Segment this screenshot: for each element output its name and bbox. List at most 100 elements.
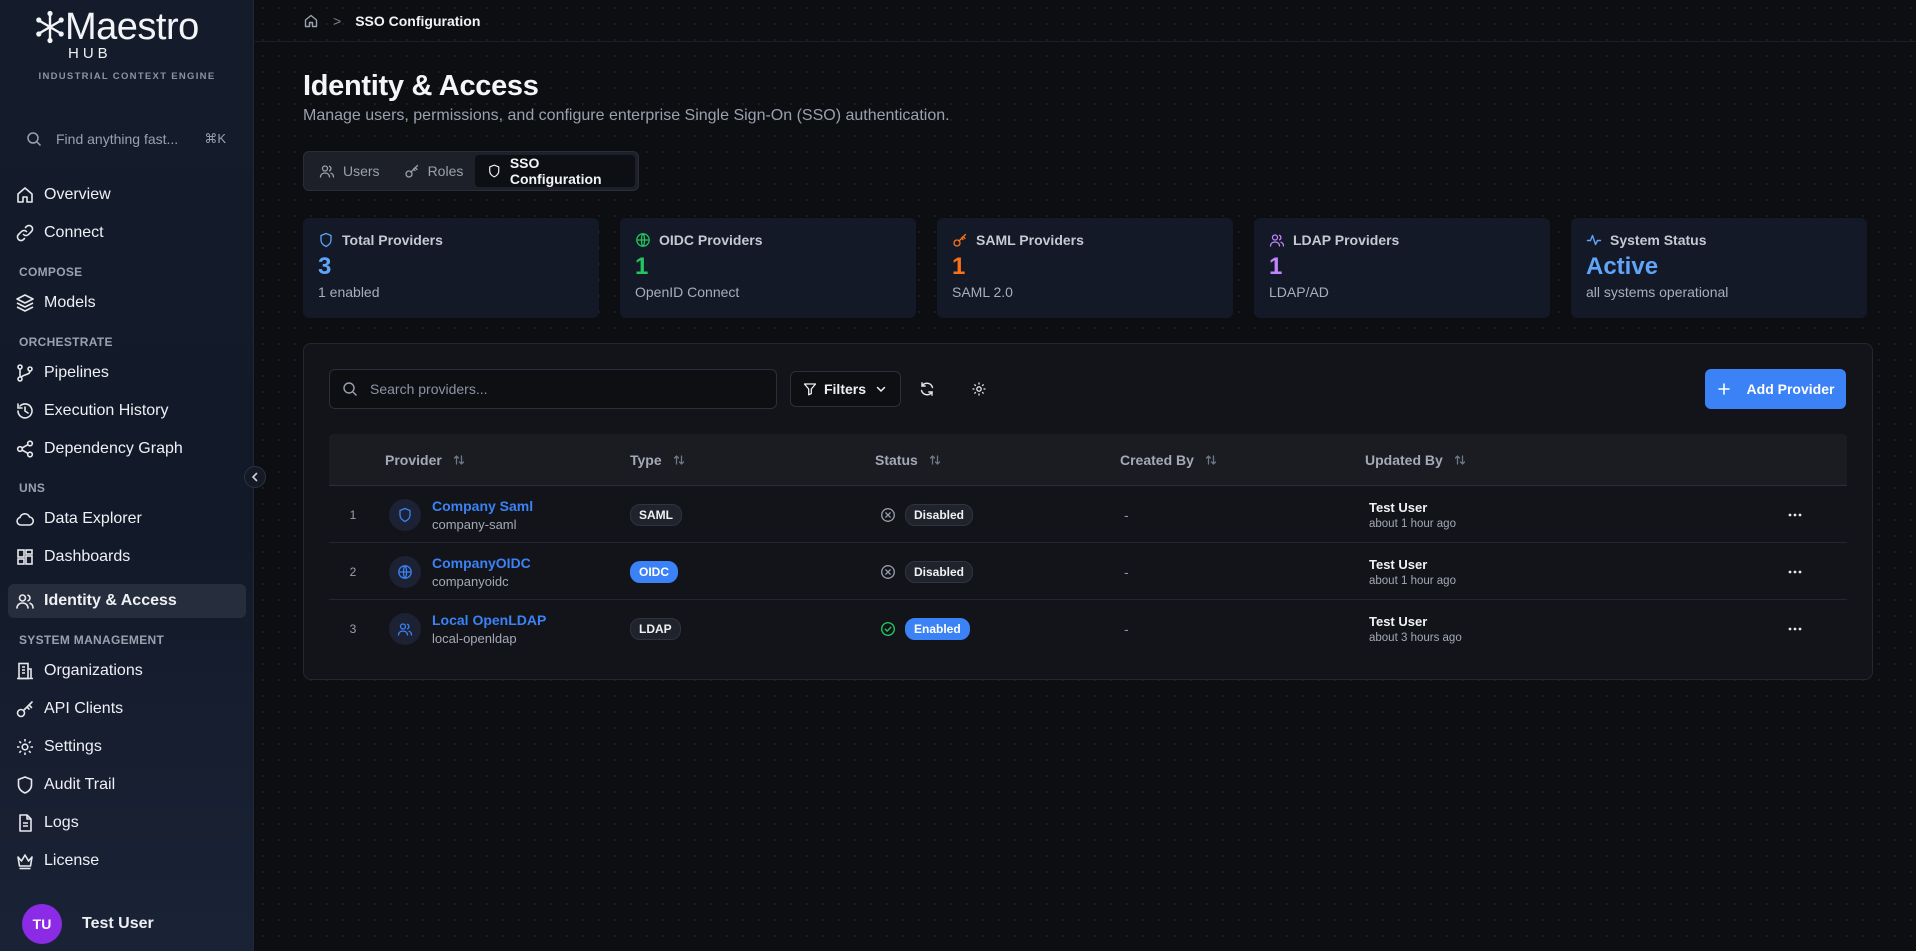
globe-icon [398, 564, 412, 579]
sidebar-item-license[interactable]: License [8, 844, 246, 878]
tab-roles[interactable]: Roles [392, 155, 476, 187]
breadcrumb-current: SSO Configuration [355, 12, 481, 29]
provider-slug: companyoidc [432, 573, 509, 589]
status-cell: Disabled [880, 486, 974, 543]
stat-card-total-providers: Total Providers 3 1 enabled [303, 218, 599, 318]
updated-by-name: Test User [1369, 499, 1428, 515]
column-header-type[interactable]: Type [630, 434, 686, 486]
brand-logo[interactable]: Maestro HUB [36, 8, 226, 63]
filter-icon [803, 383, 817, 396]
sidebar-item-label: Execution History [44, 402, 169, 419]
table-row[interactable]: 3 Local OpenLDAP local-openldap LDAP Ena… [329, 600, 1847, 657]
main-content: > SSO Configuration Identity & Access Ma… [255, 0, 1916, 951]
search-shortcut: ⌘K [204, 131, 226, 146]
sidebar-item-identity-access[interactable]: Identity & Access [8, 584, 246, 618]
stat-card-ldap-providers: LDAP Providers 1 LDAP/AD [1254, 218, 1550, 318]
share-nodes-icon [16, 440, 34, 458]
provider-cell: Company Saml company-saml [389, 486, 533, 543]
brand-tagline: INDUSTRIAL CONTEXT ENGINE [38, 71, 216, 82]
table-row[interactable]: 2 CompanyOIDC companyoidc OIDC Disabled … [329, 543, 1847, 600]
x-circle-icon [881, 507, 895, 522]
type-badge: LDAP [630, 617, 681, 640]
home-icon [17, 187, 33, 203]
row-actions-button[interactable] [1783, 560, 1807, 584]
globe-icon [636, 233, 650, 247]
sidebar-item-dashboards[interactable]: Dashboards [8, 540, 246, 574]
column-header-provider[interactable]: Provider [385, 434, 466, 486]
sidebar-item-api-clients[interactable]: API Clients [8, 692, 246, 726]
sidebar-item-models[interactable]: Models [8, 286, 246, 320]
provider-name-link[interactable]: Local OpenLDAP [432, 612, 546, 628]
table-row[interactable]: 1 Company Saml company-saml SAML Disable… [329, 486, 1847, 543]
sidebar-item-connect[interactable]: Connect [8, 216, 246, 250]
settings-button[interactable] [961, 371, 997, 407]
tab-sso-configuration[interactable]: SSO Configuration [475, 155, 635, 187]
check-circle-icon [880, 621, 896, 636]
type-badge: OIDC [630, 560, 678, 583]
sidebar-item-audit-trail[interactable]: Audit Trail [8, 768, 246, 802]
provider-cell: CompanyOIDC companyoidc [389, 543, 531, 600]
plus-icon [1717, 383, 1730, 395]
type-badge: SAML [630, 503, 682, 526]
link-icon [16, 224, 34, 242]
provider-name-link[interactable]: CompanyOIDC [432, 555, 531, 571]
file-text-icon [19, 814, 32, 832]
home-icon[interactable] [303, 13, 319, 29]
sidebar-item-dependency-graph[interactable]: Dependency Graph [8, 432, 246, 466]
created-by: - [1124, 620, 1129, 637]
brand-name: Maestro [65, 6, 199, 48]
sidebar-item-overview[interactable]: Overview [8, 178, 246, 212]
x-circle-icon [881, 564, 895, 579]
stat-subtext: LDAP/AD [1269, 284, 1329, 300]
stat-card-saml-providers: SAML Providers 1 SAML 2.0 [937, 218, 1233, 318]
sidebar-item-logs[interactable]: Logs [8, 806, 246, 840]
row-actions-button[interactable] [1783, 503, 1807, 527]
sidebar-item-settings[interactable]: Settings [8, 730, 246, 764]
tab-label: SSO Configuration [509, 155, 602, 187]
refresh-icon [920, 382, 934, 396]
key-icon [404, 164, 418, 178]
provider-search[interactable] [329, 369, 777, 409]
search-icon [343, 382, 357, 396]
global-search[interactable]: Find anything fast... ⌘K [26, 128, 226, 150]
history-icon [17, 403, 33, 419]
more-horizontal-icon [1788, 627, 1802, 630]
users-icon [1269, 234, 1285, 247]
column-label: Updated By [1365, 452, 1443, 468]
shield-icon [17, 776, 33, 794]
column-label: Created By [1120, 452, 1194, 468]
sidebar-collapse-button[interactable] [244, 466, 266, 488]
users-icon [319, 165, 335, 178]
section-orchestrate: ORCHESTRATE [19, 335, 113, 349]
sidebar-item-data-explorer[interactable]: Data Explorer [8, 502, 246, 536]
sidebar-item-pipelines[interactable]: Pipelines [8, 356, 246, 390]
refresh-button[interactable] [909, 371, 945, 407]
column-label: Status [875, 452, 918, 468]
sidebar-item-label: Models [44, 294, 96, 311]
column-header-created-by[interactable]: Created By [1120, 434, 1218, 486]
gear-icon [17, 739, 33, 755]
brand-sub: HUB [68, 45, 112, 62]
sidebar-item-organizations[interactable]: Organizations [8, 654, 246, 688]
key-icon [16, 701, 33, 718]
provider-name-link[interactable]: Company Saml [432, 498, 533, 514]
tab-users[interactable]: Users [307, 155, 392, 187]
row-actions-button[interactable] [1783, 617, 1807, 641]
filters-button[interactable]: Filters [790, 371, 901, 407]
sort-icon [1205, 455, 1217, 465]
stat-value: 1 [1269, 253, 1283, 280]
provider-search-input[interactable] [370, 381, 750, 397]
chevron-down-icon [876, 386, 886, 393]
sidebar-item-label: Organizations [44, 662, 143, 679]
user-name: Test User [82, 915, 154, 932]
user-profile[interactable]: TU Test User [22, 904, 154, 944]
sidebar-item-execution-history[interactable]: Execution History [8, 394, 246, 428]
add-provider-button[interactable]: Add Provider [1705, 369, 1846, 409]
column-header-updated-by[interactable]: Updated By [1365, 434, 1467, 486]
created-by: - [1124, 506, 1129, 523]
sidebar-item-label: Logs [44, 814, 79, 831]
stat-subtext: all systems operational [1586, 284, 1729, 300]
column-header-status[interactable]: Status [875, 434, 942, 486]
sidebar: Maestro HUB INDUSTRIAL CONTEXT ENGINE Fi… [0, 0, 254, 951]
breadcrumb: > SSO Configuration [255, 0, 1916, 42]
